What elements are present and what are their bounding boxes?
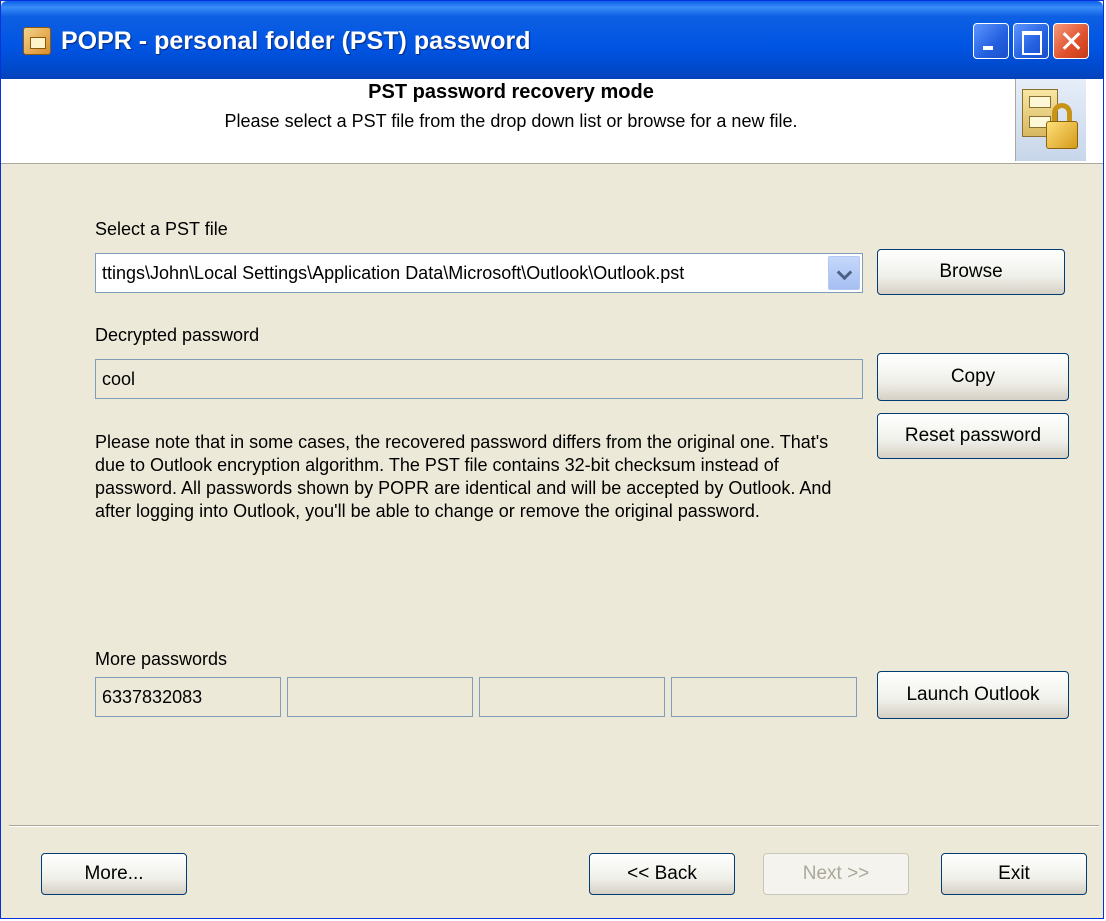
padlock-icon: [1046, 121, 1078, 149]
pst-file-value: ttings\John\Local Settings\Application D…: [102, 263, 685, 283]
decrypted-password-field[interactable]: cool: [95, 359, 863, 399]
popr-window: POPR - personal folder (PST) password PS…: [0, 0, 1104, 919]
more-passwords-label: More passwords: [95, 649, 228, 669]
footer-divider: [9, 825, 1099, 827]
title-bar[interactable]: POPR - personal folder (PST) password: [1, 1, 1103, 79]
wizard-header: PST password recovery mode Please select…: [1, 79, 1103, 164]
pst-file-label: Select a PST file: [95, 219, 228, 239]
browse-button[interactable]: Browse: [877, 249, 1065, 295]
next-button[interactable]: Next >>: [763, 853, 909, 895]
reset-password-button[interactable]: Reset password: [877, 413, 1069, 459]
launch-outlook-button[interactable]: Launch Outlook: [877, 671, 1069, 719]
more-password-field-2[interactable]: [287, 677, 473, 717]
recovery-note: Please note that in some cases, the reco…: [95, 432, 832, 521]
back-button[interactable]: << Back: [589, 853, 735, 895]
pst-file-combobox[interactable]: ttings\John\Local Settings\Application D…: [95, 253, 863, 293]
more-password-field-3[interactable]: [479, 677, 665, 717]
maximize-button[interactable]: [1013, 23, 1049, 59]
decrypted-password-label: Decrypted password: [95, 325, 260, 345]
minimize-button[interactable]: [973, 23, 1009, 59]
header-subtitle: Please select a PST file from the drop d…: [224, 111, 798, 131]
header-title: PST password recovery mode: [368, 81, 654, 103]
chevron-down-icon[interactable]: [828, 256, 860, 290]
more-password-field-1[interactable]: 6337832083: [95, 677, 281, 717]
more-button[interactable]: More...: [41, 853, 187, 895]
exit-button[interactable]: Exit: [941, 853, 1087, 895]
copy-button[interactable]: Copy: [877, 353, 1069, 401]
close-button[interactable]: [1053, 23, 1089, 59]
app-icon: [23, 27, 51, 55]
window-title: POPR - personal folder (PST) password: [61, 27, 531, 55]
more-password-field-4[interactable]: [671, 677, 857, 717]
lock-cabinet-icon: [1015, 79, 1086, 161]
